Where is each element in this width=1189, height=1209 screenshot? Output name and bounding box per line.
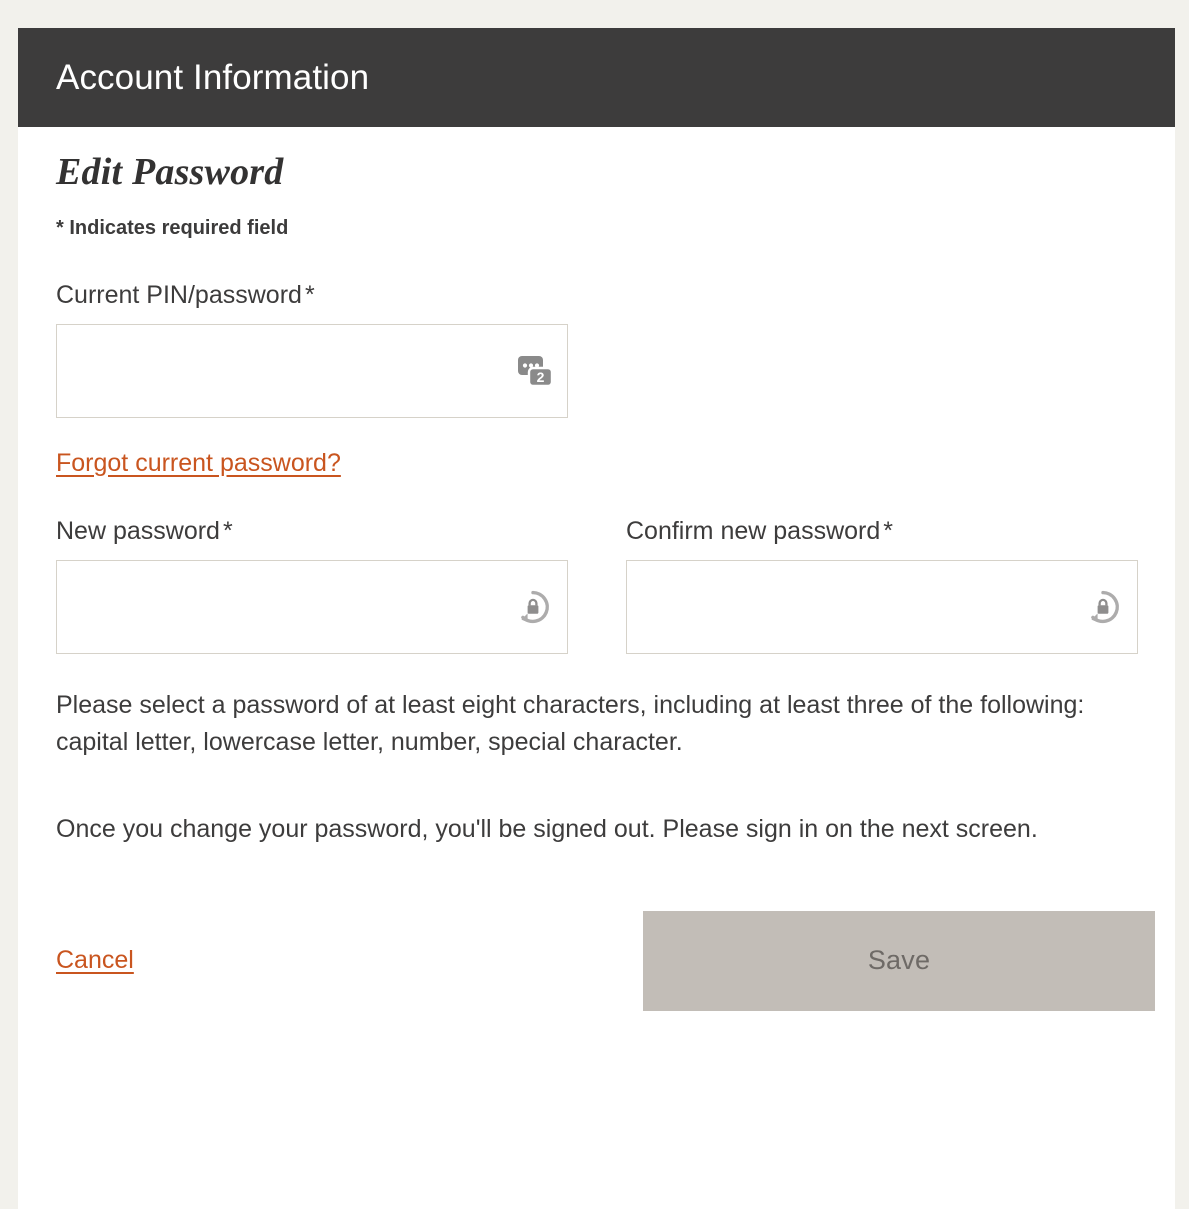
form-actions: Cancel Save	[56, 910, 1155, 1011]
forgot-password-wrap: Forgot current password?	[56, 448, 1137, 478]
card-body: Edit Password * Indicates required field…	[18, 151, 1175, 1011]
current-password-field-block: Current PIN/password * 2	[56, 280, 568, 418]
save-button[interactable]: Save	[643, 910, 1155, 1011]
required-field-note: * Indicates required field	[56, 216, 289, 239]
current-password-input-wrap[interactable]: 2	[56, 323, 568, 418]
cancel-button[interactable]: Cancel	[56, 945, 134, 975]
required-asterisk: *	[222, 516, 233, 545]
confirm-password-label: Confirm new password *	[626, 516, 1138, 546]
page-root: Account Information Edit Password * Indi…	[0, 0, 1189, 1209]
forgot-current-password-link[interactable]: Forgot current password?	[56, 448, 341, 478]
account-information-card: Account Information Edit Password * Indi…	[18, 28, 1175, 1209]
confirm-password-label-text: Confirm new password	[626, 516, 881, 545]
generate-password-lock-icon[interactable]	[515, 589, 551, 625]
new-password-input[interactable]	[57, 560, 567, 653]
current-password-input[interactable]	[57, 324, 567, 417]
current-password-row: Current PIN/password * 2	[56, 280, 1137, 418]
new-password-label-text: New password	[56, 516, 220, 545]
password-manager-icon[interactable]: 2	[515, 351, 555, 391]
password-manager-badge-count: 2	[537, 369, 545, 385]
page-title: Account Information	[56, 58, 370, 97]
confirm-password-field-block: Confirm new password *	[626, 516, 1138, 654]
confirm-password-input-wrap[interactable]	[626, 559, 1138, 654]
new-password-row: New password * Confirm new password *	[56, 516, 1138, 654]
signout-notice-text: Once you change your password, you'll be…	[56, 814, 1038, 843]
section-heading: Edit Password	[56, 151, 284, 193]
new-password-input-wrap[interactable]	[56, 559, 568, 654]
card-header: Account Information	[18, 28, 1175, 127]
required-asterisk: *	[304, 280, 315, 309]
confirm-password-input[interactable]	[627, 560, 1137, 653]
current-password-label: Current PIN/password *	[56, 280, 568, 310]
new-password-field-block: New password *	[56, 516, 568, 654]
generate-password-lock-icon[interactable]	[1085, 589, 1121, 625]
new-password-label: New password *	[56, 516, 568, 546]
password-requirements-text: Please select a password of at least eig…	[56, 690, 1085, 756]
current-password-label-text: Current PIN/password	[56, 280, 302, 309]
required-asterisk: *	[883, 516, 893, 545]
